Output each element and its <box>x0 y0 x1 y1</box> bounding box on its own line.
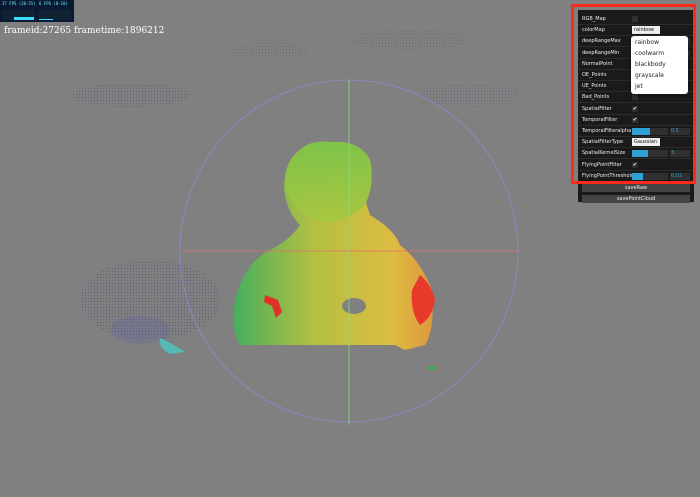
fps-monitor[interactable]: 37 FPS (20-55) 6 FPS (0-10) <box>0 0 74 22</box>
dropdown-option[interactable]: blackbody <box>635 61 666 68</box>
fps-graph <box>2 10 34 20</box>
fps-panel: 37 FPS (20-55) <box>0 0 37 22</box>
dropdown-option[interactable]: grayscale <box>635 72 664 79</box>
frame-info-text: frameid:27265 frametime:1896212 <box>4 26 165 36</box>
fps-graph-bar <box>14 17 34 20</box>
dropdown-option[interactable]: jet <box>635 83 643 90</box>
ms-panel: 6 FPS (0-10) <box>37 0 74 22</box>
dropdown-option[interactable]: rainbow <box>635 39 659 46</box>
save-point-cloud-button[interactable]: savePointCloud <box>582 195 690 203</box>
dropdown-option[interactable]: coolwarm <box>635 50 664 57</box>
body-point-cloud <box>159 141 436 370</box>
ms-graph-bar <box>39 19 53 20</box>
colormap-dropdown-list[interactable]: rainbow coolwarm blackbody grayscale jet <box>631 36 688 94</box>
fps-label: 37 FPS (20-55) <box>2 1 36 6</box>
save-raw-button[interactable]: saveRaw <box>582 184 690 192</box>
ms-graph <box>39 10 71 20</box>
ms-label: 6 FPS (0-10) <box>39 1 68 6</box>
highlight-frame <box>571 4 696 184</box>
